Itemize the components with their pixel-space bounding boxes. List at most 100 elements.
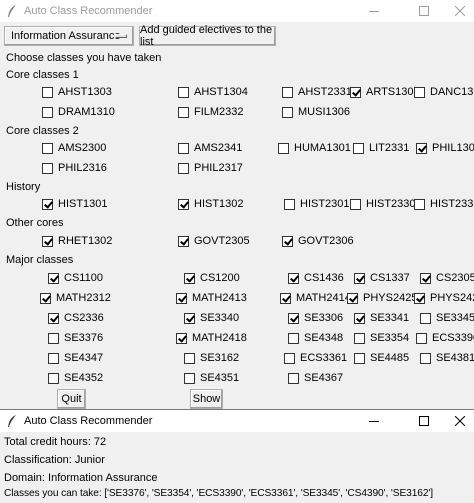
quit-button[interactable]: Quit (57, 389, 86, 409)
checkbox-box[interactable] (284, 198, 295, 210)
checkbox-MATH2414[interactable]: MATH2414 (280, 292, 351, 304)
checkbox-PHYS2426[interactable]: PHYS2426 (414, 292, 474, 304)
checkbox-HIST2332[interactable]: HIST2332 (414, 198, 474, 210)
checkbox-box[interactable] (48, 312, 59, 324)
checkbox-ARTS1301[interactable]: ARTS1301 (350, 86, 420, 98)
checkbox-CS1436[interactable]: CS1436 (288, 272, 344, 284)
checkbox-AHST1304[interactable]: AHST1304 (178, 86, 248, 98)
checkbox-box[interactable] (42, 106, 53, 118)
maximize-button[interactable] (404, 0, 444, 22)
checkbox-box[interactable] (184, 352, 195, 364)
checkbox-SE4347[interactable]: SE4347 (48, 352, 103, 364)
checkbox-box[interactable] (178, 86, 189, 98)
checkbox-box[interactable] (278, 142, 289, 154)
checkbox-box[interactable] (347, 292, 358, 304)
checkbox-HIST1301[interactable]: HIST1301 (42, 198, 108, 210)
checkbox-box[interactable] (354, 332, 365, 344)
checkbox-box[interactable] (414, 86, 425, 98)
checkbox-box[interactable] (48, 332, 59, 344)
checkbox-box[interactable] (42, 198, 53, 210)
domain-dropdown[interactable]: Information Assurance (4, 26, 134, 46)
checkbox-SE4352[interactable]: SE4352 (48, 372, 103, 384)
checkbox-box[interactable] (184, 372, 195, 384)
checkbox-box[interactable] (42, 162, 53, 174)
checkbox-box[interactable] (40, 292, 51, 304)
checkbox-RHET1302[interactable]: RHET1302 (42, 235, 112, 247)
checkbox-box[interactable] (416, 332, 427, 344)
checkbox-box[interactable] (420, 312, 431, 324)
checkbox-box[interactable] (178, 142, 189, 154)
checkbox-SE3345[interactable]: SE3345 (420, 312, 474, 324)
checkbox-box[interactable] (42, 142, 53, 154)
checkbox-DRAM1310[interactable]: DRAM1310 (42, 106, 115, 118)
checkbox-box[interactable] (282, 86, 293, 98)
checkbox-box[interactable] (184, 272, 195, 284)
checkbox-PHIL1301[interactable]: PHIL1301 (416, 142, 474, 154)
checkbox-box[interactable] (48, 352, 59, 364)
checkbox-box[interactable] (178, 198, 189, 210)
close-button[interactable] (446, 410, 474, 432)
checkbox-AMS2341[interactable]: AMS2341 (178, 142, 242, 154)
close-button[interactable] (446, 0, 474, 22)
maximize-button[interactable] (404, 410, 444, 432)
add-electives-button[interactable]: Add guided electives to the list (139, 24, 276, 48)
checkbox-GOVT2305[interactable]: GOVT2305 (178, 235, 250, 247)
checkbox-box[interactable] (288, 312, 299, 324)
checkbox-box[interactable] (284, 352, 295, 364)
checkbox-box[interactable] (42, 235, 53, 247)
checkbox-PHIL2316[interactable]: PHIL2316 (42, 162, 107, 174)
checkbox-box[interactable] (414, 292, 425, 304)
checkbox-SE3162[interactable]: SE3162 (184, 352, 239, 364)
main-titlebar[interactable]: Auto Class Recommender (0, 0, 474, 22)
checkbox-ECS3361[interactable]: ECS3361 (284, 352, 347, 364)
checkbox-SE3341[interactable]: SE3341 (354, 312, 409, 324)
checkbox-box[interactable] (184, 312, 195, 324)
checkbox-SE4485[interactable]: SE4485 (354, 352, 409, 364)
checkbox-MUSI1306[interactable]: MUSI1306 (282, 106, 350, 118)
show-button[interactable]: Show (190, 389, 223, 409)
checkbox-ECS3390[interactable]: ECS3390 (416, 332, 474, 344)
checkbox-box[interactable] (353, 142, 364, 154)
checkbox-box[interactable] (282, 106, 293, 118)
checkbox-SE3354[interactable]: SE3354 (354, 332, 409, 344)
checkbox-AHST1303[interactable]: AHST1303 (42, 86, 112, 98)
checkbox-MATH2418[interactable]: MATH2418 (176, 332, 247, 344)
checkbox-box[interactable] (354, 312, 365, 324)
checkbox-HIST1302[interactable]: HIST1302 (178, 198, 244, 210)
checkbox-CS1200[interactable]: CS1200 (184, 272, 240, 284)
checkbox-box[interactable] (178, 106, 189, 118)
checkbox-FILM2332[interactable]: FILM2332 (178, 106, 244, 118)
checkbox-SE3376[interactable]: SE3376 (48, 332, 103, 344)
checkbox-box[interactable] (414, 198, 425, 210)
checkbox-PHYS2425[interactable]: PHYS2425 (347, 292, 417, 304)
checkbox-box[interactable] (350, 198, 361, 210)
checkbox-LIT2331[interactable]: LIT2331 (353, 142, 409, 154)
checkbox-box[interactable] (288, 272, 299, 284)
checkbox-SE3306[interactable]: SE3306 (288, 312, 343, 324)
checkbox-SE4381[interactable]: SE4381 (420, 352, 474, 364)
checkbox-HUMA1301[interactable]: HUMA1301 (278, 142, 351, 154)
checkbox-AHST2331[interactable]: AHST2331 (282, 86, 352, 98)
checkbox-SE4348[interactable]: SE4348 (288, 332, 343, 344)
checkbox-SE4367[interactable]: SE4367 (288, 372, 343, 384)
checkbox-box[interactable] (354, 272, 365, 284)
checkbox-box[interactable] (288, 332, 299, 344)
checkbox-box[interactable] (280, 292, 291, 304)
checkbox-box[interactable] (48, 272, 59, 284)
checkbox-GOVT2306[interactable]: GOVT2306 (282, 235, 354, 247)
checkbox-SE4351[interactable]: SE4351 (184, 372, 239, 384)
checkbox-box[interactable] (282, 235, 293, 247)
checkbox-box[interactable] (176, 332, 187, 344)
result-titlebar[interactable]: Auto Class Recommender (0, 410, 474, 432)
checkbox-HIST2330[interactable]: HIST2330 (350, 198, 416, 210)
checkbox-HIST2301[interactable]: HIST2301 (284, 198, 350, 210)
minimize-button[interactable] (354, 0, 394, 22)
checkbox-DANC1310[interactable]: DANC1310 (414, 86, 474, 98)
checkbox-CS1337[interactable]: CS1337 (354, 272, 410, 284)
checkbox-MATH2413[interactable]: MATH2413 (176, 292, 247, 304)
checkbox-box[interactable] (178, 162, 189, 174)
checkbox-box[interactable] (48, 372, 59, 384)
checkbox-CS2336[interactable]: CS2336 (48, 312, 104, 324)
checkbox-box[interactable] (178, 235, 189, 247)
checkbox-box[interactable] (350, 86, 361, 98)
